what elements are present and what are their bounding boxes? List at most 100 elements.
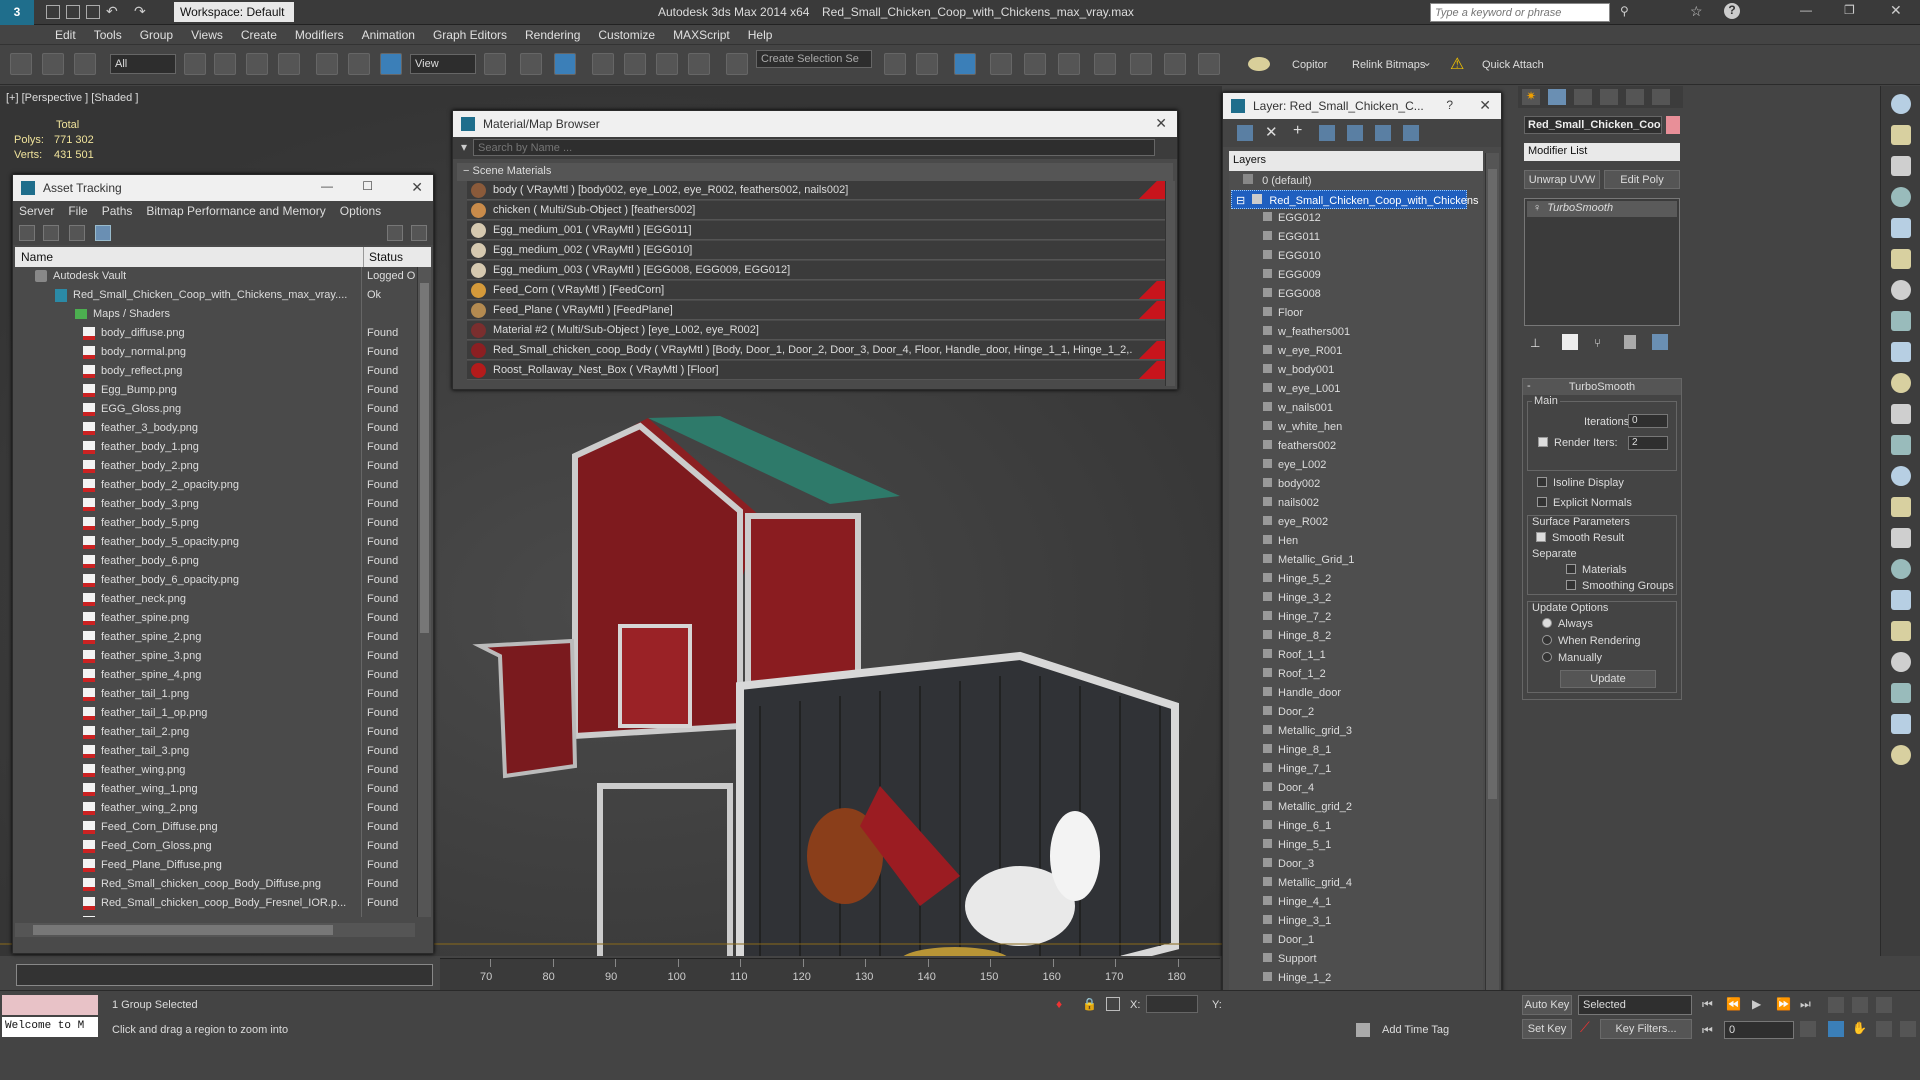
remove-modifier-icon[interactable] <box>1624 335 1636 349</box>
edit-named-selection-icon[interactable] <box>726 53 748 75</box>
table-row[interactable]: Red_Small_chicken_coop_Body_Diffuse.png F… <box>15 875 415 894</box>
layer-object-item[interactable]: Hinge_4_1 <box>1263 893 1463 912</box>
layer-panel-titlebar[interactable]: Layer: Red_Small_Chicken_C... ? ✕ <box>1223 93 1501 119</box>
layer-object-item[interactable]: w_feathers001 <box>1263 323 1463 342</box>
refresh-icon[interactable] <box>19 225 35 241</box>
rotate-icon[interactable] <box>348 53 370 75</box>
chevron-down-icon[interactable]: ⌄ <box>1422 55 1432 69</box>
set-key-button[interactable]: Set Key <box>1522 1019 1572 1039</box>
minimize-icon[interactable]: — <box>1800 3 1812 17</box>
bind-space-warp-icon[interactable] <box>74 53 96 75</box>
help-icon[interactable]: ? <box>1446 98 1453 112</box>
snap-toggle-icon[interactable] <box>592 53 614 75</box>
next-frame-icon[interactable]: ⏩ <box>1776 997 1791 1011</box>
light-icon[interactable] <box>1891 218 1911 238</box>
explicit-normals-checkbox[interactable]: Explicit Normals <box>1537 497 1632 509</box>
scrollbar-thumb[interactable] <box>420 283 429 633</box>
unlink-icon[interactable] <box>42 53 64 75</box>
create-tab-icon[interactable]: ✷ <box>1522 89 1540 105</box>
material-item[interactable]: body ( VRayMtl ) [body002, eye_L002, eye… <box>467 181 1167 200</box>
material-item[interactable]: Egg_medium_002 ( VRayMtl ) [EGG010] <box>467 241 1167 260</box>
table-row[interactable]: feather_spine_2.png Found <box>15 628 415 647</box>
table-row[interactable]: Feed_Corn_Gloss.png Found <box>15 837 415 856</box>
table-row[interactable]: feather_neck.png Found <box>15 590 415 609</box>
edit-poly-button[interactable]: Edit Poly <box>1604 170 1680 189</box>
separate-materials-checkbox[interactable]: Materials <box>1566 564 1627 576</box>
redo-icon[interactable]: ↷ <box>134 3 146 20</box>
helper-icon[interactable] <box>1891 249 1911 269</box>
table-row[interactable]: feather_body_1.png Found <box>15 438 415 457</box>
layer-object-item[interactable]: Roof_1_1 <box>1263 646 1463 665</box>
update-manually-radio[interactable]: Manually <box>1542 652 1602 664</box>
select-in-layer-icon[interactable] <box>1319 125 1335 141</box>
copitor-button[interactable]: Copitor <box>1292 59 1327 71</box>
layer-object-item[interactable]: Hinge_5_2 <box>1263 570 1463 589</box>
zoom-extents-icon[interactable] <box>1876 997 1892 1013</box>
col-name-header[interactable]: Name <box>21 250 53 264</box>
table-view-icon[interactable] <box>95 225 111 241</box>
particle-icon[interactable] <box>1891 466 1911 486</box>
rollout-header[interactable]: - TurboSmooth <box>1523 379 1681 395</box>
new-file-icon[interactable] <box>46 5 60 19</box>
layer-object-item[interactable]: Floor <box>1263 304 1463 323</box>
stack-item-turbosmooth[interactable]: ♀ TurboSmooth <box>1527 201 1677 217</box>
set-key-icon[interactable]: ⟋ <box>1580 1019 1590 1036</box>
menu-modifiers[interactable]: Modifiers <box>286 25 353 42</box>
time-slider[interactable]: 70 80 90 100 110 120 130 140 150 160 170 180 <box>440 958 1220 990</box>
goto-end-icon[interactable]: ⏭ <box>1800 997 1811 1012</box>
x-coord-field[interactable] <box>1146 995 1198 1013</box>
table-row[interactable]: Red_Small_Chicken_Coop_with_Chickens_max… <box>15 286 415 305</box>
orbit-icon[interactable] <box>1876 1021 1892 1037</box>
open-file-icon[interactable] <box>66 5 80 19</box>
scene-materials-header[interactable]: − Scene Materials <box>457 163 1173 181</box>
isolate-icon[interactable]: ♦ <box>1056 997 1062 1011</box>
menu-edit[interactable]: Edit <box>46 25 85 42</box>
layer-icon[interactable] <box>1891 187 1911 207</box>
layer-object-item[interactable]: Door_4 <box>1263 779 1463 798</box>
play-icon[interactable]: ▶ <box>1752 997 1761 1011</box>
box-icon[interactable] <box>1891 342 1911 362</box>
viewport-label[interactable]: [+] [Perspective ] [Shaded ] <box>6 92 138 104</box>
align-icon[interactable] <box>916 53 938 75</box>
help-icon[interactable] <box>387 225 403 241</box>
plant-icon[interactable] <box>1891 559 1911 579</box>
relink-bitmaps-button[interactable]: Relink Bitmaps <box>1352 59 1425 71</box>
tree-view-icon[interactable] <box>69 225 85 241</box>
layer-object-item[interactable]: Hinge_6_1 <box>1263 817 1463 836</box>
table-row[interactable]: feather_3_body.png Found <box>15 419 415 438</box>
sphere-icon[interactable] <box>1891 311 1911 331</box>
minimize-icon[interactable]: — <box>321 179 333 193</box>
render-iters-spinner[interactable]: 2 <box>1628 436 1668 450</box>
table-row[interactable]: feather_body_5.png Found <box>15 514 415 533</box>
layer-object-item[interactable]: Door_2 <box>1263 703 1463 722</box>
scrollbar-thumb[interactable] <box>33 925 333 935</box>
reference-coord-dropdown[interactable]: View <box>410 54 476 74</box>
menu-help[interactable]: Help <box>739 25 782 42</box>
zoom-all-icon[interactable] <box>1852 997 1868 1013</box>
table-row[interactable]: feather_tail_1.png Found <box>15 685 415 704</box>
render-setup-icon[interactable] <box>1891 156 1911 176</box>
close-icon[interactable]: ✕ <box>411 179 423 196</box>
layer-object-item[interactable]: eye_L002 <box>1263 456 1463 475</box>
expand-icon[interactable]: ⊟ <box>1236 195 1245 207</box>
layer-object-item[interactable]: body002 <box>1263 475 1463 494</box>
help-icon[interactable]: ? <box>1724 3 1740 19</box>
layer-object-item[interactable]: Metallic_Grid_1 <box>1263 551 1463 570</box>
table-row[interactable]: Autodesk Vault Logged O <box>15 267 415 286</box>
goto-start-icon[interactable]: ⏮ <box>1702 997 1713 1012</box>
schematic-view-icon[interactable] <box>1058 53 1080 75</box>
spinner-snap-icon[interactable] <box>688 53 710 75</box>
material-editor-icon[interactable] <box>1094 53 1116 75</box>
delete-layer-icon[interactable]: ✕ <box>1265 123 1278 141</box>
material-item[interactable]: Feed_Plane ( VRayMtl ) [FeedPlane] <box>467 301 1167 320</box>
space-warp-icon[interactable] <box>1891 497 1911 517</box>
layer-active[interactable]: ⊟ Red_Small_Chicken_Coop_with_Chickens <box>1231 190 1478 209</box>
curve-editor-icon[interactable] <box>1024 53 1046 75</box>
unwrap-uvw-button[interactable]: Unwrap UVW <box>1524 170 1600 189</box>
material-item[interactable]: chicken ( Multi/Sub-Object ) [feathers00… <box>467 201 1167 220</box>
water-icon[interactable] <box>1891 714 1911 734</box>
iterations-spinner[interactable]: 0 <box>1628 414 1668 428</box>
asset-menu-file[interactable]: File <box>62 204 95 218</box>
camera-icon[interactable] <box>1891 280 1911 300</box>
selection-filter-dropdown[interactable]: All <box>110 54 176 74</box>
